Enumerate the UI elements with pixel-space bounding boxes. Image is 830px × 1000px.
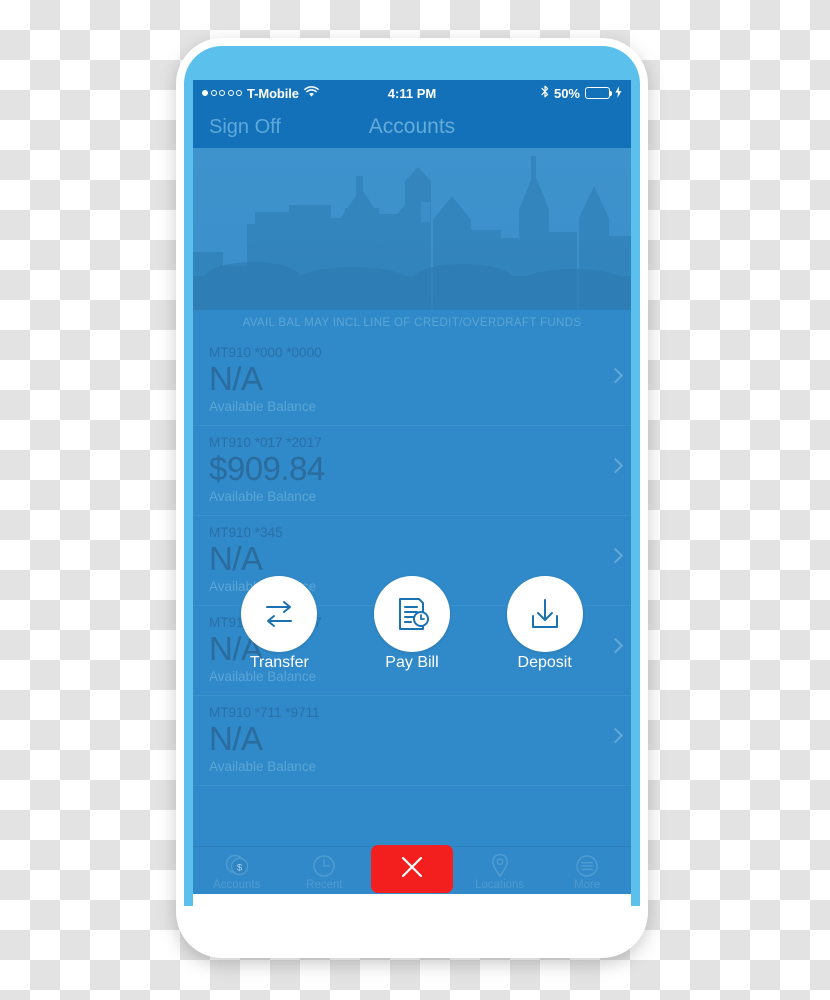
quick-action-transfer[interactable]: Transfer [231, 576, 327, 672]
account-balance-label: Available Balance [209, 488, 317, 504]
phone-device-frame: T-Mobile 4:11 PM 50% Sign Off Accounts A… [176, 38, 648, 958]
account-balance: N/A [209, 719, 263, 757]
account-number: MT910 *000 *0000 [209, 345, 322, 360]
quick-action-label: Transfer [249, 654, 309, 671]
quick-action-deposit[interactable]: Deposit [497, 576, 593, 672]
deposit-download-icon [506, 576, 583, 652]
accounts-list: MT910 *000 *0000 N/A Available Balance MT91… [193, 336, 631, 786]
coins-dollar-icon: $ [224, 853, 250, 878]
phone-right-bezel [631, 116, 640, 906]
account-number: MT910 *711 *9711 [209, 704, 320, 720]
account-balance: N/A [209, 539, 263, 577]
account-balance: N/A [209, 360, 263, 397]
battery-percent-label: 50% [553, 85, 580, 101]
bill-document-icon [373, 576, 450, 652]
sidebar-item-recent[interactable]: Recent [281, 850, 369, 891]
account-row[interactable]: MT910 *000 *0000 N/A Available Balance [193, 336, 631, 426]
sign-off-button[interactable]: Sign Off [209, 116, 281, 139]
account-balance-label: Available Balance [209, 398, 317, 414]
svg-text:$: $ [237, 862, 243, 873]
map-pin-icon [489, 853, 511, 878]
transfer-arrows-icon [241, 576, 318, 652]
clock-icon [312, 853, 336, 878]
wifi-icon [304, 85, 319, 101]
bottom-tab-bar: $ Accounts Recent Locations More [193, 845, 631, 894]
status-bar: T-Mobile 4:11 PM 50% [193, 80, 631, 106]
quick-actions-overlay: Transfer Pay Bill Deposit [193, 576, 631, 672]
account-balance-label: Available Balance [209, 758, 317, 774]
sidebar-item-locations[interactable]: Locations [456, 850, 544, 891]
city-skyline-banner [193, 148, 631, 310]
quick-action-label: Pay Bill [385, 654, 439, 671]
quick-action-label: Deposit [517, 654, 572, 671]
tab-label-locations: Locations [474, 879, 525, 891]
quick-action-pay-bill[interactable]: Pay Bill [364, 576, 460, 672]
phone-left-bezel [184, 116, 193, 906]
lightning-bolt-icon [615, 85, 622, 101]
account-balance: $909.84 [209, 449, 325, 487]
navigation-bar: Sign Off Accounts [193, 106, 631, 148]
screen-bottom-strip [193, 894, 631, 912]
sidebar-item-accounts[interactable]: $ Accounts [193, 850, 281, 891]
bluetooth-icon [541, 85, 549, 101]
tab-label-more: More [574, 879, 601, 891]
status-bar-right: 50% [541, 85, 622, 101]
sidebar-item-more[interactable]: More [543, 850, 631, 891]
signal-strength-icon [202, 90, 242, 96]
disclaimer-banner: AVAIL BAL MAY INCL LINE OF CREDIT/OVERDR… [193, 310, 631, 336]
tab-label-accounts: Accounts [213, 879, 261, 891]
status-bar-left: T-Mobile [202, 86, 319, 101]
tab-label-recent: Recent [306, 879, 343, 891]
account-number: MT910 *017 *2017 [209, 434, 322, 450]
close-x-icon [399, 854, 425, 885]
hamburger-circle-icon [575, 853, 599, 878]
account-row[interactable]: MT910 *711 *9711 N/A Available Balance [193, 696, 631, 786]
phone-screen: T-Mobile 4:11 PM 50% Sign Off Accounts A… [193, 80, 631, 912]
battery-icon [585, 87, 613, 99]
account-number: MT910 *345 [209, 524, 283, 540]
phone-notch [380, 46, 444, 58]
close-button[interactable] [371, 845, 453, 893]
account-row[interactable]: MT910 *017 *2017 $909.84 Available Balance [193, 426, 631, 516]
carrier-label: T-Mobile [247, 85, 299, 101]
skyline-silhouette-icon [193, 156, 631, 310]
